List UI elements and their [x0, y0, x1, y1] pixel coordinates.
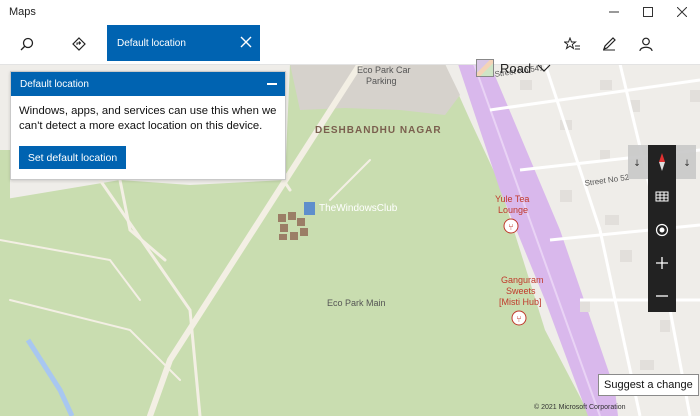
search-tab-default-location[interactable]: Default location [107, 25, 260, 61]
road-thumbnail-icon [476, 59, 494, 77]
label-parking: Parking [366, 76, 397, 86]
default-location-panel: Default location Windows, apps, and serv… [10, 71, 286, 180]
suggest-change-button[interactable]: Suggest a change [598, 374, 699, 396]
label-yule-tea: Yule Tea [495, 194, 530, 204]
watermark-text: TheWindowsClub [319, 203, 398, 214]
close-icon[interactable] [666, 0, 698, 24]
directions-icon[interactable] [66, 32, 92, 56]
label-misti-hub: [Misti Hub] [499, 297, 542, 307]
person-icon[interactable] [633, 32, 659, 56]
title-bar: Maps [0, 0, 700, 24]
maximize-icon[interactable] [632, 0, 664, 24]
favorites-icon[interactable] [559, 32, 585, 56]
panel-header: Default location [11, 72, 285, 96]
svg-text:↓: ↓ [683, 159, 691, 169]
chevron-down-icon [537, 64, 551, 72]
grid-view-icon[interactable] [648, 179, 676, 213]
label-eco-park-car: Eco Park Car [357, 65, 411, 75]
app-title: Maps [9, 6, 36, 18]
poi-pin-ganguram: ⑂ [511, 310, 527, 326]
toolbar: Road [0, 24, 700, 77]
label-sweets: Sweets [506, 286, 536, 296]
svg-text:⑂: ⑂ [508, 223, 513, 233]
map-style-selector[interactable]: Road [476, 57, 551, 79]
zoom-in-icon[interactable] [648, 246, 676, 280]
close-icon[interactable] [238, 34, 254, 50]
copyright-text: © 2021 Microsoft Corporation [534, 404, 626, 411]
zoom-out-icon[interactable] [648, 280, 676, 312]
svg-text:⑂: ⑂ [516, 315, 521, 325]
minimize-panel-icon[interactable] [267, 83, 277, 85]
compass-control[interactable]: ↓ ↓ [628, 145, 696, 179]
svg-text:↓: ↓ [633, 159, 641, 169]
poi-pin-yule: ⑂ [503, 218, 519, 234]
watermark-logo [304, 202, 315, 215]
label-eco-park-main: Eco Park Main [327, 298, 386, 308]
label-ganguram: Ganguram [501, 275, 544, 285]
panel-title: Default location [20, 79, 89, 90]
label-deshbandhu-nagar: DESHBANDHU NAGAR [315, 125, 442, 136]
search-icon[interactable] [14, 32, 40, 56]
panel-description: Windows, apps, and services can use this… [19, 105, 277, 132]
pen-icon[interactable] [596, 32, 622, 56]
map-style-label: Road [500, 60, 532, 76]
my-location-icon[interactable] [648, 213, 676, 246]
search-tab-label: Default location [117, 38, 186, 49]
label-lounge: Lounge [498, 205, 529, 215]
minimize-icon[interactable] [598, 0, 630, 24]
set-default-location-button[interactable]: Set default location [19, 146, 126, 169]
